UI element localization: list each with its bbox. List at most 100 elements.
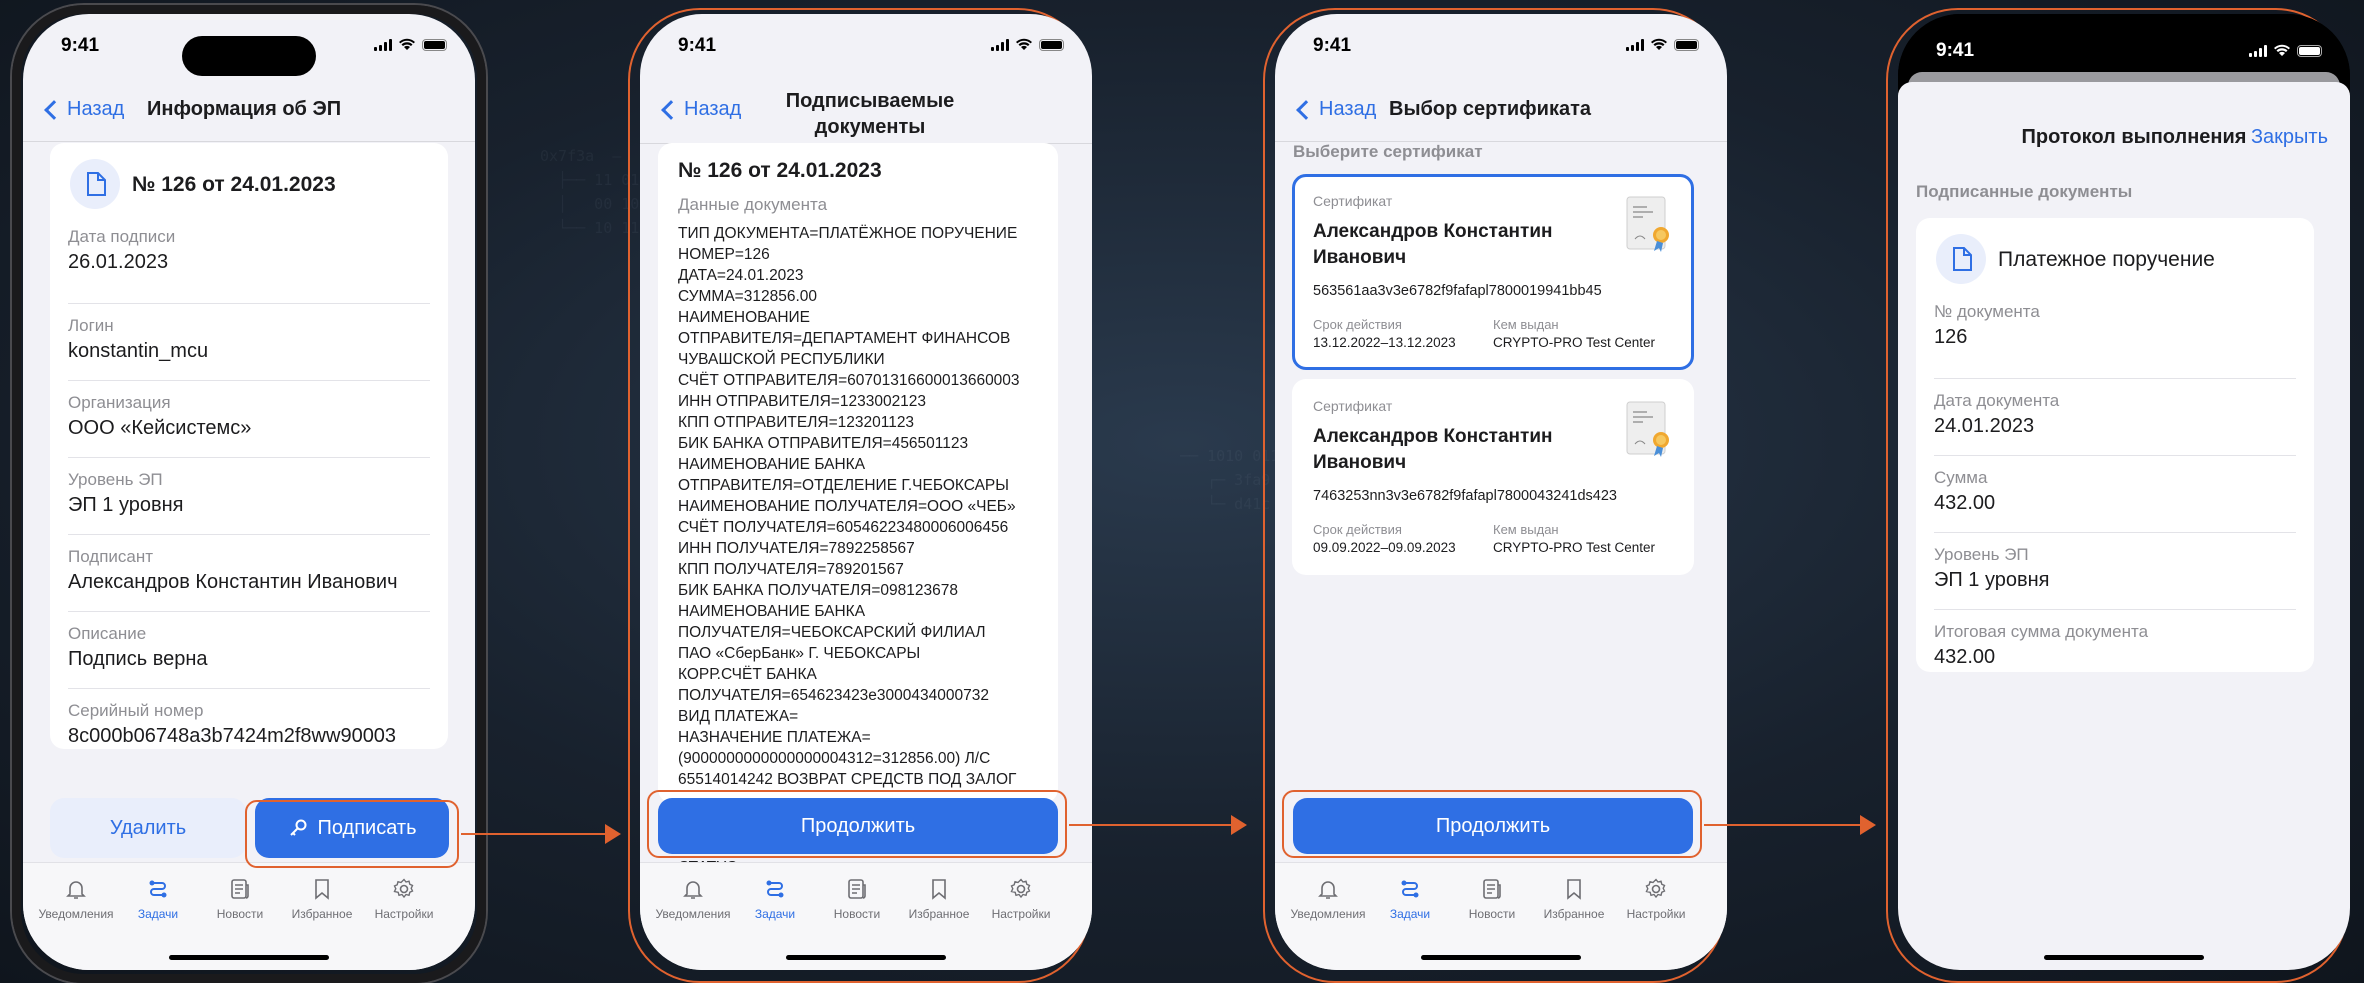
status-time: 9:41 [1936, 40, 1975, 61]
field-label: Описание [68, 624, 147, 643]
field-login: Логин konstantin_mcu [68, 304, 430, 381]
news-icon [1447, 877, 1537, 901]
flow-arrow-3 [1704, 815, 1876, 835]
document-icon [1936, 234, 1986, 284]
field-sum: Сумма 432.00 [1934, 456, 2296, 533]
status-bar: 9:41 [640, 14, 1092, 64]
bell-icon [31, 877, 121, 901]
tab-bell[interactable]: Уведомления [1283, 877, 1373, 921]
field-label: Организация [68, 393, 171, 412]
page-title: Выбор сертификата [1389, 98, 1592, 120]
tab-gear[interactable]: Настройки [1611, 877, 1701, 921]
field-label: Уровень ЭП [68, 470, 163, 489]
home-indicator [169, 955, 329, 960]
tab-bar: Уведомления Задачи Новости Избранное Настрой… [23, 862, 475, 970]
back-button[interactable]: Назад [41, 98, 124, 121]
document-card: № 126 от 24.01.2023 Данные документа ТИП… [658, 143, 1058, 803]
certificate-label: Сертификат [1313, 193, 1393, 209]
field-label: Логин [68, 316, 114, 335]
close-button[interactable]: Закрыть [2251, 126, 2328, 149]
field-label: Дата документа [1934, 391, 2060, 410]
field-doc-date: Дата документа 24.01.2023 [1934, 379, 2296, 456]
status-indicators [991, 38, 1064, 51]
certificate-card-selected[interactable]: Сертификат Александров Константин Иванови… [1292, 174, 1694, 370]
field-serial: Серийный номер 8c000b06748a3b7424m2f8ww90… [68, 689, 430, 766]
tab-label: Уведомления [38, 907, 114, 921]
flow-arrow-2 [1069, 815, 1247, 835]
tab-bell[interactable]: Уведомления [31, 877, 121, 921]
tab-gear[interactable]: Настройки [976, 877, 1066, 921]
tab-news[interactable]: Новости [195, 877, 285, 921]
bookmark-icon [277, 877, 367, 901]
highlight-sign-button [245, 800, 459, 868]
tab-tasks[interactable]: Задачи [1365, 877, 1455, 921]
gear-icon [1611, 877, 1701, 901]
tab-label: Задачи [1389, 907, 1431, 921]
certificate-owner: Александров Константин Иванович [1313, 424, 1553, 476]
back-label: Назад [67, 98, 125, 120]
tab-bar: Уведомления Задачи Новости Избранное Настрой… [1275, 862, 1727, 970]
document-title: Платежное поручение [1998, 248, 2215, 271]
tab-news[interactable]: Новости [1447, 877, 1537, 921]
delete-button[interactable]: Удалить [50, 798, 246, 858]
tab-bar: Уведомления Задачи Новости Избранное Настрой… [640, 862, 1092, 970]
status-indicators [2249, 44, 2322, 57]
tab-gear[interactable]: Настройки [359, 877, 449, 921]
back-button[interactable]: Назад [1293, 98, 1376, 121]
document-icon [70, 159, 120, 209]
field-label: № документа [1934, 302, 2040, 321]
tab-bookmark[interactable]: Избранное [894, 877, 984, 921]
field-label: Подписант [68, 547, 154, 566]
back-button[interactable]: Назад [658, 98, 741, 121]
nav-bar: Назад Выбор сертификата [1275, 76, 1727, 142]
tab-bell[interactable]: Уведомления [648, 877, 738, 921]
field-value: Александров Константин Иванович [68, 571, 398, 593]
tab-label: Настройки [374, 907, 434, 921]
issuer-value: CRYPTO-PRO Test Center [1493, 540, 1656, 555]
tab-bookmark[interactable]: Избранное [277, 877, 367, 921]
issuer-label: Кем выдан [1493, 317, 1559, 332]
tab-tasks[interactable]: Задачи [113, 877, 203, 921]
battery-icon [422, 38, 447, 51]
tab-label: Новости [1468, 907, 1516, 921]
wifi-icon [1016, 38, 1032, 50]
tab-label: Новости [216, 907, 264, 921]
protocol-sheet: Протокол выполнения Закрыть Подписанные … [1898, 82, 2350, 970]
flow-arrow-1 [461, 824, 621, 844]
field-value: 432.00 [1934, 492, 1996, 514]
signal-icon [991, 38, 1009, 51]
field-value: konstantin_mcu [68, 340, 209, 362]
highlight-continue-button [1282, 790, 1702, 858]
title-line-1: Подписываемые [785, 90, 955, 112]
section-header: Выберите сертификат [1293, 142, 1483, 161]
tab-tasks[interactable]: Задачи [730, 877, 820, 921]
field-total-sum: Итоговая сумма документа 432.00 [1934, 610, 2296, 687]
page-title: Подписываемые документы [780, 88, 960, 140]
validity-label: Срок действия [1313, 522, 1402, 537]
field-value: Подпись верна [68, 648, 208, 670]
signal-icon [2249, 44, 2267, 57]
tasks-icon [730, 877, 820, 901]
field-value: 432.00 [1934, 646, 1996, 668]
certificate-card[interactable]: Сертификат Александров Константин Иванови… [1292, 379, 1694, 575]
back-label: Назад [1319, 98, 1377, 120]
tab-news[interactable]: Новости [812, 877, 902, 921]
certificate-id: 7463253nn3v3e6782f9fafapl7800043241ds423 [1313, 488, 1617, 504]
status-bar: 9:41 [1275, 14, 1727, 64]
signal-icon [1626, 38, 1644, 51]
document-data-label: Данные документа [678, 195, 828, 214]
tab-bookmark[interactable]: Избранное [1529, 877, 1619, 921]
field-sign-date: Дата подписи 26.01.2023 [68, 227, 430, 304]
chevron-left-icon [661, 99, 681, 120]
signal-icon [374, 38, 392, 51]
home-indicator [786, 955, 946, 960]
certificate-owner: Александров Константин Иванович [1313, 219, 1553, 271]
back-label: Назад [684, 98, 742, 120]
wifi-icon [2274, 44, 2290, 56]
tasks-icon [1365, 877, 1455, 901]
validity-value: 09.09.2022–09.09.2023 [1313, 540, 1456, 555]
field-level: Уровень ЭП ЭП 1 уровня [68, 458, 430, 535]
owner-line-1: Александров Константин [1313, 221, 1553, 242]
signature-card: № 126 от 24.01.2023 Дата подписи 26.01.20… [50, 143, 448, 749]
battery-icon [1674, 38, 1699, 51]
